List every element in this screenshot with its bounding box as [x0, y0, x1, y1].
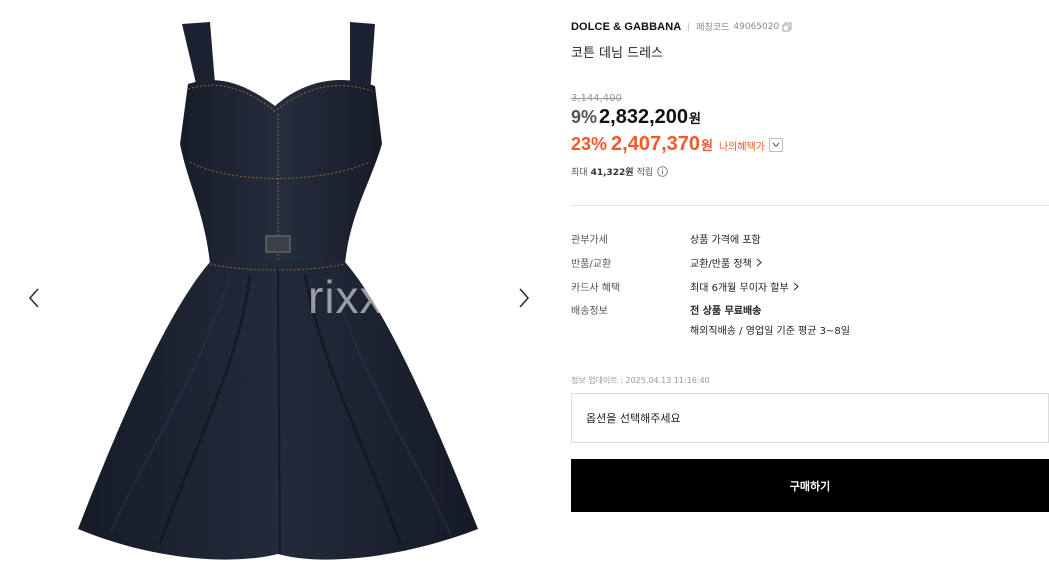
points-value: 41,322원	[590, 168, 634, 178]
discount-rate: 9%	[571, 107, 598, 127]
product-image-gallery: rixx	[0, 0, 555, 579]
buy-button[interactable]: 구매하기	[571, 459, 1049, 512]
section-divider	[571, 205, 1049, 206]
benefit-dropdown-button[interactable]	[768, 137, 783, 152]
product-title: 코튼 데님 드레스	[571, 46, 663, 61]
info-updated-time: 정보 업데이트 : 2025.04.13 11:16:40	[571, 376, 710, 385]
gallery-next-button[interactable]	[512, 284, 536, 312]
product-image	[78, 22, 478, 560]
return-policy-link[interactable]: 교환/반품 정책	[690, 255, 762, 270]
copy-icon[interactable]	[782, 22, 792, 32]
my-benefit-label: 나의혜택가	[718, 142, 765, 153]
chevron-left-icon	[28, 288, 39, 308]
buy-button-label: 구매하기	[789, 479, 831, 493]
shipping-detail: 해외직배송 / 영업일 기준 평균 3~8일	[690, 326, 850, 337]
sale-price: 2,832,200	[599, 106, 688, 128]
product-info-panel: DOLCE & GABBANA 페칭코드 49065020 코튼 데님 드레스 …	[571, 0, 1049, 579]
spec-value: 교환/반품 정책	[690, 259, 752, 270]
spec-key: 카드사 혜택	[571, 283, 621, 294]
benefit-rate: 23%	[571, 134, 608, 154]
gallery-prev-button[interactable]	[22, 284, 46, 312]
benefit-currency-label: 원	[701, 139, 713, 154]
product-code-value: 49065020	[733, 21, 780, 32]
option-select-placeholder: 옵션을 선택해주세요	[586, 412, 681, 425]
chevron-right-icon	[519, 288, 530, 308]
spec-value: 최대 6개월 무이자 할부	[690, 283, 789, 294]
points-suffix: 적립	[636, 168, 654, 178]
product-code-label: 페칭코드	[696, 23, 730, 33]
points-prefix: 최대	[571, 168, 588, 178]
benefit-price-row: 23% 2,407,370 원 나의혜택가	[571, 133, 783, 156]
price-row: 9% 2,832,200 원	[571, 106, 701, 129]
spec-key: 관부가세	[571, 235, 608, 246]
chevron-right-icon	[756, 258, 762, 267]
currency-label: 원	[689, 112, 701, 127]
watermark: rixx	[308, 271, 384, 323]
brand-row: DOLCE & GABBANA 페칭코드 49065020	[571, 20, 792, 33]
points-row: 최대 41,322원 적립	[571, 165, 668, 178]
spec-value: 상품 가격에 포함	[690, 235, 761, 246]
divider	[688, 22, 690, 31]
benefit-price: 2,407,370	[611, 133, 701, 155]
chevron-down-icon	[772, 142, 780, 147]
spec-key: 배송정보	[571, 306, 608, 317]
option-select[interactable]: 옵션을 선택해주세요	[571, 393, 1049, 443]
original-price: 3,144,400	[571, 93, 622, 104]
card-benefit-link[interactable]: 최대 6개월 무이자 할부	[690, 279, 799, 294]
spec-value: 전 상품 무료배송	[690, 306, 762, 317]
info-icon[interactable]	[657, 166, 668, 177]
spec-key: 반품/교환	[571, 259, 612, 270]
brand-name[interactable]: DOLCE & GABBANA	[571, 21, 681, 33]
chevron-right-icon	[793, 282, 799, 291]
